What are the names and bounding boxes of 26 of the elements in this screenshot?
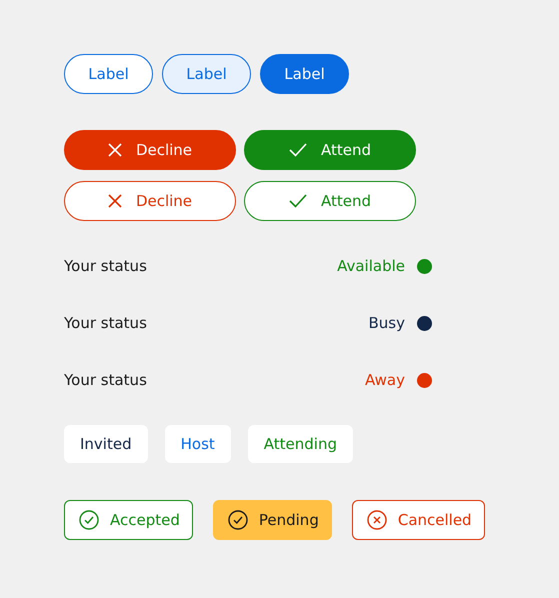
label-button[interactable]: Label xyxy=(64,54,153,94)
tag: Attending xyxy=(248,425,353,463)
status-badge: Pending xyxy=(212,500,332,540)
check-icon xyxy=(288,194,307,208)
tag: Host xyxy=(164,425,231,463)
status-label: Your status xyxy=(64,371,148,389)
check-icon xyxy=(288,143,307,157)
status-value: Available xyxy=(337,257,405,275)
close-icon xyxy=(108,194,122,208)
cross-circle-icon xyxy=(366,510,387,530)
attend-button[interactable]: Attend xyxy=(244,130,416,170)
check-circle-icon xyxy=(228,510,248,530)
status-value: Away xyxy=(365,371,405,389)
close-icon xyxy=(108,143,122,157)
status-label: Your status xyxy=(64,314,148,332)
label-button[interactable]: Label xyxy=(260,54,349,94)
tag: Invited xyxy=(64,425,148,463)
status-label: Your status xyxy=(64,257,148,275)
status-badge: Accepted xyxy=(64,500,193,540)
decline-button[interactable]: Decline xyxy=(64,130,236,170)
check-circle-icon xyxy=(79,510,99,530)
status-badge: Cancelled xyxy=(352,500,485,540)
label-button[interactable]: Label xyxy=(162,54,251,94)
status-value: Busy xyxy=(368,314,405,332)
attend-button[interactable]: Attend xyxy=(244,181,416,221)
decline-button[interactable]: Decline xyxy=(64,181,236,221)
